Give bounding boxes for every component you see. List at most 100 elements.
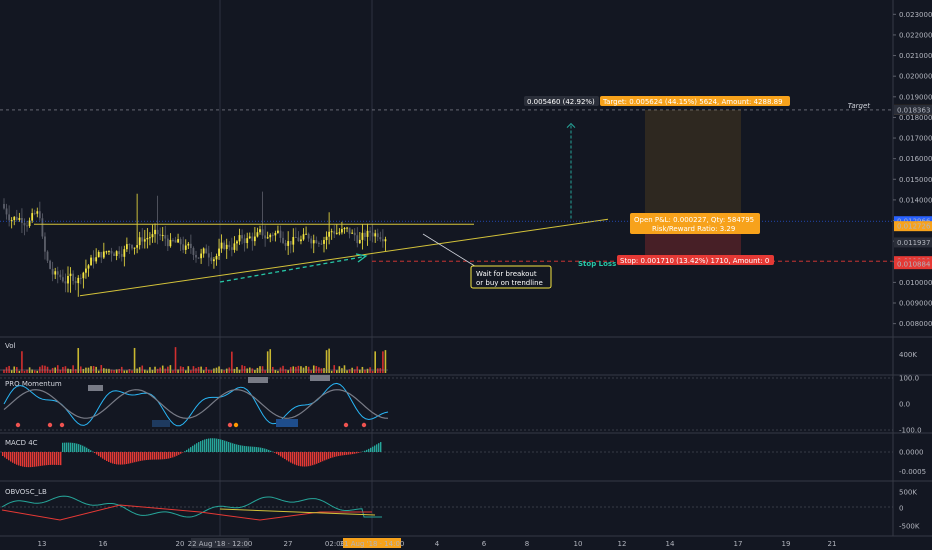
macd-bar [150, 452, 152, 460]
volume-bar [282, 365, 284, 373]
volume-bar [192, 366, 195, 373]
price-axis[interactable]: 0.023000 0.022000 0.021000 0.020000 0.019000… [893, 11, 932, 328]
candle-body [312, 240, 315, 244]
candle-body [374, 233, 377, 237]
candle-body [279, 230, 282, 238]
macd-bar [186, 449, 188, 452]
macd-bar [8, 452, 10, 461]
candle-body [256, 232, 259, 237]
volume-bar [379, 368, 382, 373]
macd-bar [222, 440, 224, 452]
obv-line [1, 495, 382, 518]
price-tick-label: 0.020000 [899, 73, 932, 81]
candle-body [335, 232, 338, 234]
candle-body [13, 216, 16, 221]
candle-body [105, 251, 108, 253]
volume-bar [256, 367, 259, 373]
volume-bar [300, 366, 302, 373]
macd-bar [168, 452, 170, 459]
macd-bar [184, 451, 186, 452]
macd-bar [190, 447, 192, 452]
volume-bar [184, 370, 187, 373]
candle-body [31, 213, 34, 221]
macd-bar [106, 452, 108, 461]
obv-tick-label: 0 [899, 505, 903, 513]
candle-body [289, 241, 292, 245]
time-tick-label: 4 [435, 540, 440, 548]
candle-body [243, 238, 246, 244]
price-panel [0, 109, 893, 297]
macd-bar [14, 452, 16, 464]
volume-bar [305, 365, 307, 373]
macd-bar [274, 452, 276, 453]
macd-bar [280, 452, 282, 457]
candle-body [36, 211, 39, 214]
macd-bar [244, 445, 246, 452]
macd-bar [74, 443, 76, 452]
price-badge-label: 0.011937 [897, 239, 930, 247]
macd-bar [62, 442, 64, 452]
volume-bar [87, 367, 90, 373]
macd-bar [160, 452, 162, 460]
macd-bar [282, 452, 284, 458]
candle-body [361, 232, 364, 240]
macd-bar [128, 452, 130, 464]
volume-bar [113, 370, 115, 373]
candle-body [97, 251, 100, 258]
candle-body [341, 229, 343, 233]
volume-bar [10, 370, 13, 373]
volume-bar [108, 368, 110, 373]
momentum-tick-label: -100.0 [899, 427, 922, 435]
macd-bar [166, 452, 168, 459]
volume-bar [336, 370, 338, 373]
volume-bar [23, 370, 26, 373]
volume-bar [302, 367, 305, 373]
macd-bar [148, 452, 150, 460]
macd-bar [114, 452, 116, 465]
macd-bar [308, 452, 310, 467]
candle-body [79, 277, 82, 279]
macd-bar [182, 452, 184, 453]
time-tick-label: 6 [482, 540, 487, 548]
macd-bar [140, 452, 142, 461]
macd-bar [24, 452, 26, 467]
momentum-tick-label: 100.0 [899, 375, 919, 383]
macd-bar [180, 452, 182, 454]
candle-body [202, 248, 205, 254]
macd-bar [16, 452, 18, 465]
macd-bar [156, 452, 158, 460]
panel-separators [0, 0, 932, 537]
volume-bar [146, 370, 149, 373]
volume-panel: Vol 400K [0, 342, 917, 373]
candle-body [320, 243, 323, 245]
macd-bar [292, 452, 294, 464]
macd-bar [268, 449, 270, 452]
macd-bar [218, 438, 220, 452]
macd-bar [252, 446, 254, 452]
candle-body [302, 234, 305, 240]
volume-bar [156, 368, 159, 373]
volume-bar [100, 365, 103, 373]
macd-bar [170, 452, 172, 459]
candle-body [138, 237, 141, 246]
candle-body [72, 273, 75, 281]
candle-body [166, 238, 169, 247]
macd-bar [356, 452, 358, 454]
macd-bar [78, 444, 80, 452]
candle-body [102, 251, 105, 258]
macd-bar [144, 452, 146, 461]
candle-body [92, 257, 95, 262]
candle-body [184, 245, 187, 250]
candle-body [325, 236, 328, 241]
volume-bar [292, 366, 295, 373]
macd-bar [44, 452, 46, 466]
macd-bar [72, 442, 74, 452]
candle-body [271, 234, 274, 236]
time-axis[interactable]: 13 16 20 27 02:00 4 6 8 10 12 14 17 19 2122 Aug '18 ·… [38, 538, 837, 548]
macd-bar [152, 452, 154, 460]
candle-body [15, 216, 18, 220]
macd-bar [358, 452, 360, 453]
volume-bar [243, 366, 246, 373]
candle-body [21, 217, 23, 223]
macd-bar [302, 452, 304, 467]
